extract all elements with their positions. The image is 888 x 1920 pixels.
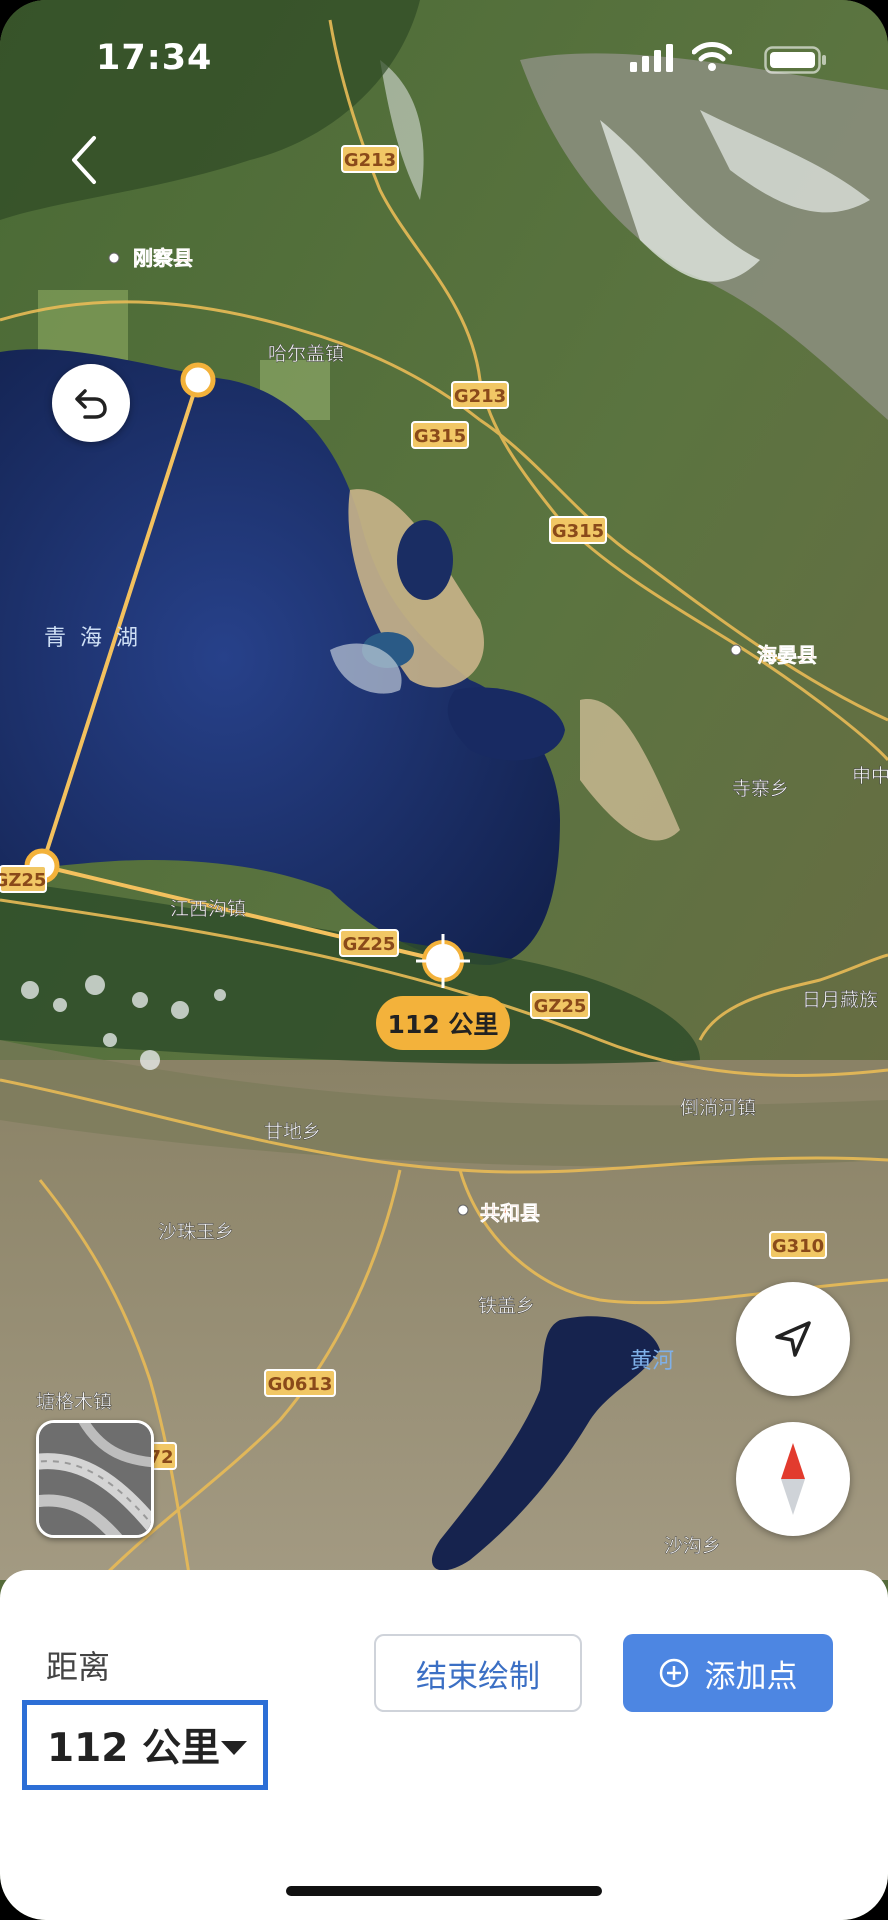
distance-value: 112 公里 (47, 1726, 220, 1771)
measure-point-1[interactable] (180, 362, 216, 398)
svg-text:GZ25: GZ25 (343, 934, 396, 955)
place-label: 哈尔盖镇 (268, 343, 344, 365)
end-drawing-button[interactable]: 结束绘制 (374, 1634, 582, 1712)
place-label: 日月藏族 (802, 989, 878, 1011)
compass-icon (781, 1443, 805, 1515)
caret-down-icon (221, 1741, 247, 1755)
cellular-signal-icon (630, 44, 673, 72)
svg-text:G213: G213 (344, 150, 396, 171)
app-screen: 刚察县 海晏县 共和县 哈尔盖镇 寺寨乡 申中 江西沟镇 日月藏族 倒淌河镇 甘… (0, 0, 888, 1920)
road-shield: G315 (411, 421, 469, 449)
place-label: 共和县 (480, 1201, 540, 1225)
road-shield: GZ25 (0, 865, 47, 893)
place-label: 沙珠玉乡 (158, 1221, 234, 1243)
compass-button[interactable] (736, 1422, 850, 1536)
measure-panel: 距离 112 公里 结束绘制 添加点 (0, 1570, 888, 1920)
back-button[interactable] (60, 130, 110, 190)
home-indicator[interactable] (286, 1886, 602, 1896)
place-label: 寺寨乡 (732, 778, 789, 800)
chevron-left-icon (72, 136, 96, 184)
svg-text:G310: G310 (772, 1236, 824, 1257)
plus-circle-icon (659, 1658, 688, 1688)
road-shield: GZ25 (339, 929, 399, 957)
status-time: 17:34 (96, 38, 213, 78)
place-label: 刚察县 (133, 246, 193, 270)
place-label: 沙沟乡 (664, 1535, 721, 1557)
map-layer-icon (39, 1423, 151, 1535)
place-label: 江西沟镇 (170, 898, 246, 920)
svg-text:G213: G213 (454, 386, 506, 407)
svg-text:GZ25: GZ25 (0, 870, 46, 891)
road-shield: G315 (549, 516, 607, 544)
place-label: 海晏县 (757, 643, 817, 667)
locate-button[interactable] (736, 1282, 850, 1396)
place-label: 申中 (852, 765, 888, 787)
distance-label: 距离 (46, 1648, 111, 1686)
undo-button[interactable] (52, 364, 130, 442)
undo-icon (75, 389, 107, 419)
road-shield: G310 (769, 1231, 827, 1259)
distance-badge: 112 公里 (376, 996, 510, 1050)
road-shield: G213 (451, 381, 509, 409)
add-point-button[interactable]: 添加点 (623, 1634, 833, 1712)
place-label: 塘格木镇 (36, 1391, 112, 1413)
status-bar: 17:34 (0, 0, 888, 110)
svg-text:GZ25: GZ25 (534, 996, 587, 1017)
svg-text:G315: G315 (414, 426, 466, 447)
road-shield: G213 (341, 145, 399, 173)
distance-unit-select[interactable]: 112 公里 (22, 1700, 268, 1790)
lake-label: 青海湖 (44, 626, 152, 651)
map-layer-button[interactable] (36, 1420, 154, 1538)
navigation-arrow-icon (775, 1321, 811, 1357)
place-label: 倒淌河镇 (680, 1097, 756, 1119)
battery-icon (764, 46, 826, 74)
road-shield: G0613 (264, 1369, 336, 1397)
svg-text:G0613: G0613 (268, 1374, 333, 1395)
add-point-label: 添加点 (704, 1658, 798, 1695)
river-label: 黄河 (630, 1349, 674, 1374)
place-label: 铁盖乡 (478, 1295, 535, 1317)
svg-text:G315: G315 (552, 521, 604, 542)
place-label: 甘地乡 (264, 1121, 321, 1143)
wifi-icon (692, 42, 732, 71)
road-shield: GZ25 (530, 991, 590, 1019)
